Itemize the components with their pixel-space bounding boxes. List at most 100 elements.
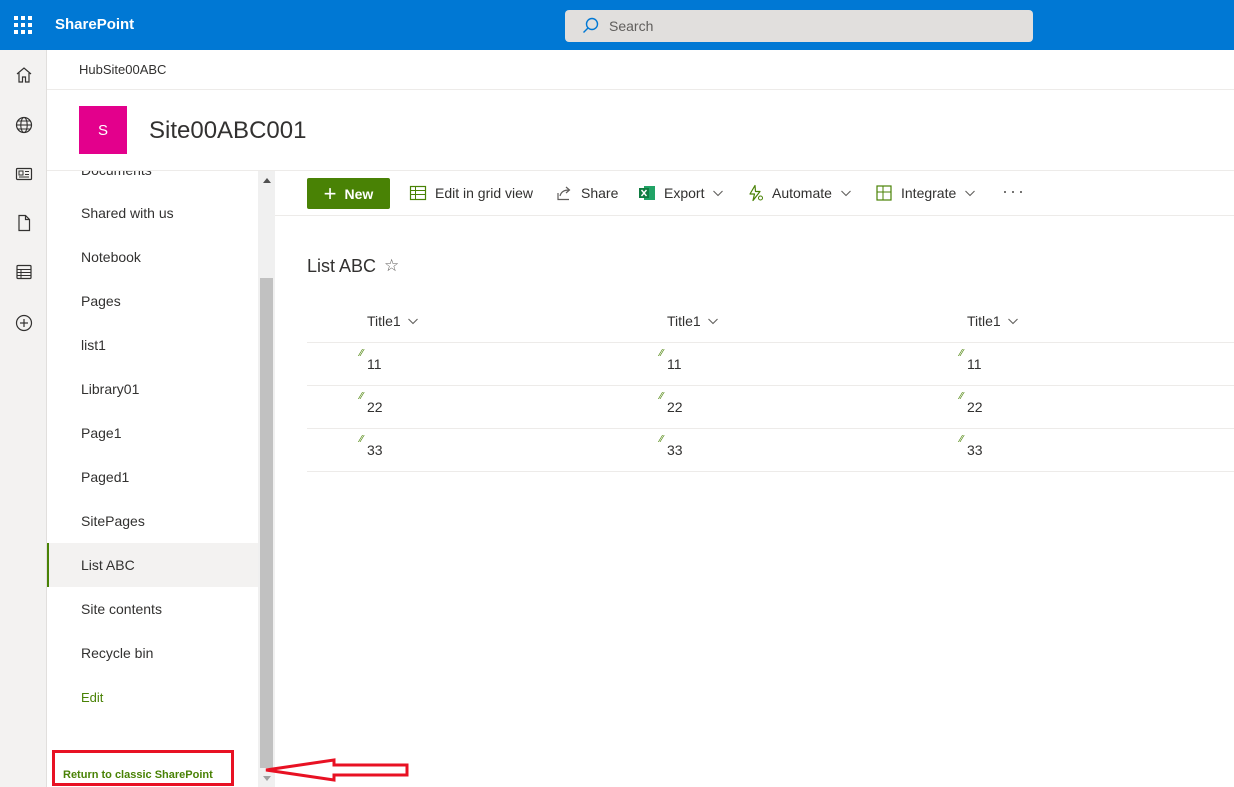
nav-item-list1[interactable]: list1 — [47, 323, 258, 367]
edit-grid-view-button[interactable]: Edit in grid view — [409, 183, 533, 203]
lists-icon — [15, 264, 32, 280]
search-icon — [583, 17, 599, 33]
rail-create[interactable] — [0, 303, 47, 343]
chevron-down-icon — [713, 190, 724, 197]
cell-value: 33 — [967, 442, 983, 458]
chevron-down-icon — [1007, 318, 1018, 325]
chevron-down-icon — [841, 190, 851, 197]
cell-value: 33 — [367, 442, 383, 458]
scroll-up-button[interactable] — [258, 171, 275, 188]
rail-lists[interactable] — [0, 252, 47, 292]
annotation-arrow-icon — [265, 758, 409, 782]
column-header-title1[interactable]: Title1 — [367, 313, 419, 329]
export-button[interactable]: Export — [638, 183, 724, 203]
search-input[interactable] — [609, 18, 1009, 34]
new-button[interactable]: + New — [307, 178, 390, 209]
export-label: Export — [664, 185, 705, 201]
nav-edit-link[interactable]: Edit — [47, 675, 258, 719]
integrate-icon — [876, 185, 892, 201]
new-item-icon: ⁄⁄ — [660, 348, 664, 359]
cell-value: 22 — [667, 399, 683, 415]
nav-item-list-abc[interactable]: List ABC — [47, 543, 258, 587]
annotation-highlight-box — [52, 750, 234, 786]
list-cell[interactable]: ⁄⁄ 33 — [660, 434, 683, 458]
caret-up-icon — [262, 177, 271, 183]
list-cell[interactable]: ⁄⁄ 22 — [660, 391, 683, 415]
list-cell[interactable]: ⁄⁄ 22 — [360, 391, 383, 415]
app-bar — [0, 50, 47, 787]
favorite-star-icon[interactable]: ☆ — [384, 256, 399, 276]
new-item-icon: ⁄⁄ — [360, 391, 364, 402]
list-cell[interactable]: ⁄⁄ 33 — [360, 434, 383, 458]
rail-sites[interactable] — [0, 105, 47, 145]
new-item-icon: ⁄⁄ — [660, 391, 664, 402]
command-bar: + New Edit in grid view Share Export Aut… — [275, 171, 1234, 216]
column-header-label: Title1 — [667, 313, 701, 329]
search-box[interactable] — [565, 10, 1033, 42]
list-cell[interactable]: ⁄⁄ 22 — [960, 391, 983, 415]
nav-item-sitepages[interactable]: SitePages — [47, 499, 258, 543]
rail-news[interactable] — [0, 154, 47, 194]
nav-item-paged1[interactable]: Paged1 — [47, 455, 258, 499]
integrate-button[interactable]: Integrate — [875, 183, 976, 203]
cell-value: 11 — [667, 356, 682, 372]
automate-button[interactable]: Automate — [746, 183, 852, 203]
plus-icon: + — [323, 180, 337, 206]
news-icon — [15, 167, 32, 181]
divider — [307, 428, 1234, 429]
rail-files[interactable] — [0, 203, 47, 243]
cell-value: 22 — [967, 399, 983, 415]
app-launcher-button[interactable] — [0, 0, 46, 50]
list-cell[interactable]: ⁄⁄ 11 — [660, 348, 682, 372]
share-button[interactable]: Share — [555, 183, 618, 203]
cell-value: 11 — [967, 356, 982, 372]
nav-scrollbar[interactable] — [258, 171, 275, 787]
hub-breadcrumb[interactable]: HubSite00ABC — [79, 62, 166, 77]
excel-icon — [639, 186, 655, 200]
new-item-icon: ⁄⁄ — [960, 348, 964, 359]
cell-value: 11 — [367, 356, 382, 372]
chevron-down-icon — [407, 318, 418, 325]
more-options-button[interactable]: ··· — [1002, 181, 1026, 202]
edit-grid-view-label: Edit in grid view — [435, 185, 534, 201]
new-item-icon: ⁄⁄ — [960, 391, 964, 402]
chevron-down-icon — [707, 318, 718, 325]
column-header-title1[interactable]: Title1 — [967, 313, 1019, 329]
nav-item-shared-with-us[interactable]: Shared with us — [47, 191, 258, 235]
cell-value: 22 — [367, 399, 383, 415]
divider — [307, 471, 1234, 472]
nav-item-page1[interactable]: Page1 — [47, 411, 258, 455]
nav-item-recycle-bin[interactable]: Recycle bin — [47, 631, 258, 675]
new-item-icon: ⁄⁄ — [360, 348, 364, 359]
new-item-icon: ⁄⁄ — [660, 434, 664, 445]
column-header-label: Title1 — [967, 313, 1001, 329]
site-title[interactable]: Site00ABC001 — [149, 117, 306, 145]
brand-link[interactable]: SharePoint — [55, 16, 134, 33]
list-cell[interactable]: ⁄⁄ 33 — [960, 434, 983, 458]
nav-item-pages[interactable]: Pages — [47, 279, 258, 323]
nav-item-library01[interactable]: Library01 — [47, 367, 258, 411]
nav-item-notebook[interactable]: Notebook — [47, 235, 258, 279]
nav-item-documents[interactable]: Documents — [47, 171, 258, 192]
waffle-icon — [14, 16, 32, 34]
grid-icon — [409, 185, 427, 201]
automate-icon — [749, 184, 763, 202]
list-cell[interactable]: ⁄⁄ 11 — [960, 348, 982, 372]
left-navigation: Documents Shared with us Notebook Pages … — [47, 171, 258, 787]
divider — [307, 342, 1234, 343]
scroll-thumb[interactable] — [260, 278, 273, 768]
divider — [47, 89, 1234, 90]
integrate-label: Integrate — [901, 185, 957, 201]
automate-label: Automate — [772, 185, 832, 201]
new-item-icon: ⁄⁄ — [960, 434, 964, 445]
list-cell[interactable]: ⁄⁄ 11 — [360, 348, 382, 372]
nav-item-site-contents[interactable]: Site contents — [47, 587, 258, 631]
rail-home[interactable] — [0, 55, 47, 95]
share-icon — [557, 186, 571, 201]
list-title: List ABC — [307, 256, 377, 276]
chevron-down-icon — [965, 190, 976, 197]
new-button-label: New — [344, 185, 374, 202]
create-icon — [15, 314, 32, 332]
column-header-title1[interactable]: Title1 — [667, 313, 719, 329]
site-logo[interactable]: S — [79, 106, 127, 154]
